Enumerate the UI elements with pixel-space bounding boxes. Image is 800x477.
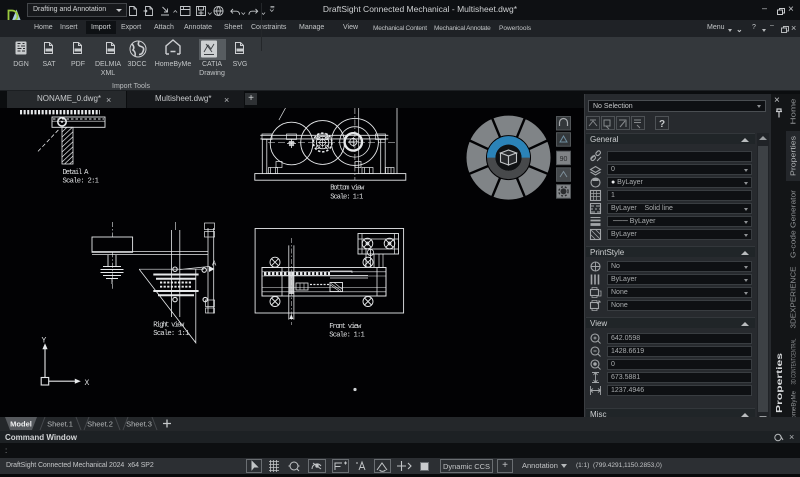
svg-text:?: ? [659, 119, 665, 130]
svg-text:Right view: Right view [153, 322, 185, 330]
svg-text:A: A [212, 261, 217, 269]
svg-text:X: X [85, 379, 90, 388]
svg-text:Front view: Front view [329, 323, 362, 331]
svg-text:Bottom view: Bottom view [330, 185, 365, 193]
svg-text:Sheet.1: Sheet.1 [47, 420, 73, 429]
svg-text:Properties: Properties [775, 352, 784, 413]
svg-text:Y: Y [42, 337, 47, 346]
svg-text:3D CONTENTCENTRAL: 3D CONTENTCENTRAL [792, 338, 798, 384]
svg-text:Detail A: Detail A [63, 169, 90, 177]
svg-text:Sheet.2: Sheet.2 [87, 420, 113, 429]
svg-text:Scale: 1:1: Scale: 1:1 [330, 194, 363, 202]
svg-text:Scale: 1:1: Scale: 1:1 [329, 331, 365, 339]
svg-text:90: 90 [560, 156, 568, 163]
svg-text:Scale: 1:1: Scale: 1:1 [153, 330, 189, 338]
svg-text:Scale: 2:1: Scale: 2:1 [63, 178, 100, 186]
svg-text:Sheet.3: Sheet.3 [126, 420, 152, 429]
svg-text:Home: Home [791, 98, 798, 124]
svg-text:Model: Model [10, 420, 32, 429]
svg-text:G-code Generator: G-code Generator [791, 189, 798, 258]
svg-text:Properties: Properties [791, 135, 798, 176]
svg-text:3DEXPERIENCE: 3DEXPERIENCE [791, 266, 798, 328]
